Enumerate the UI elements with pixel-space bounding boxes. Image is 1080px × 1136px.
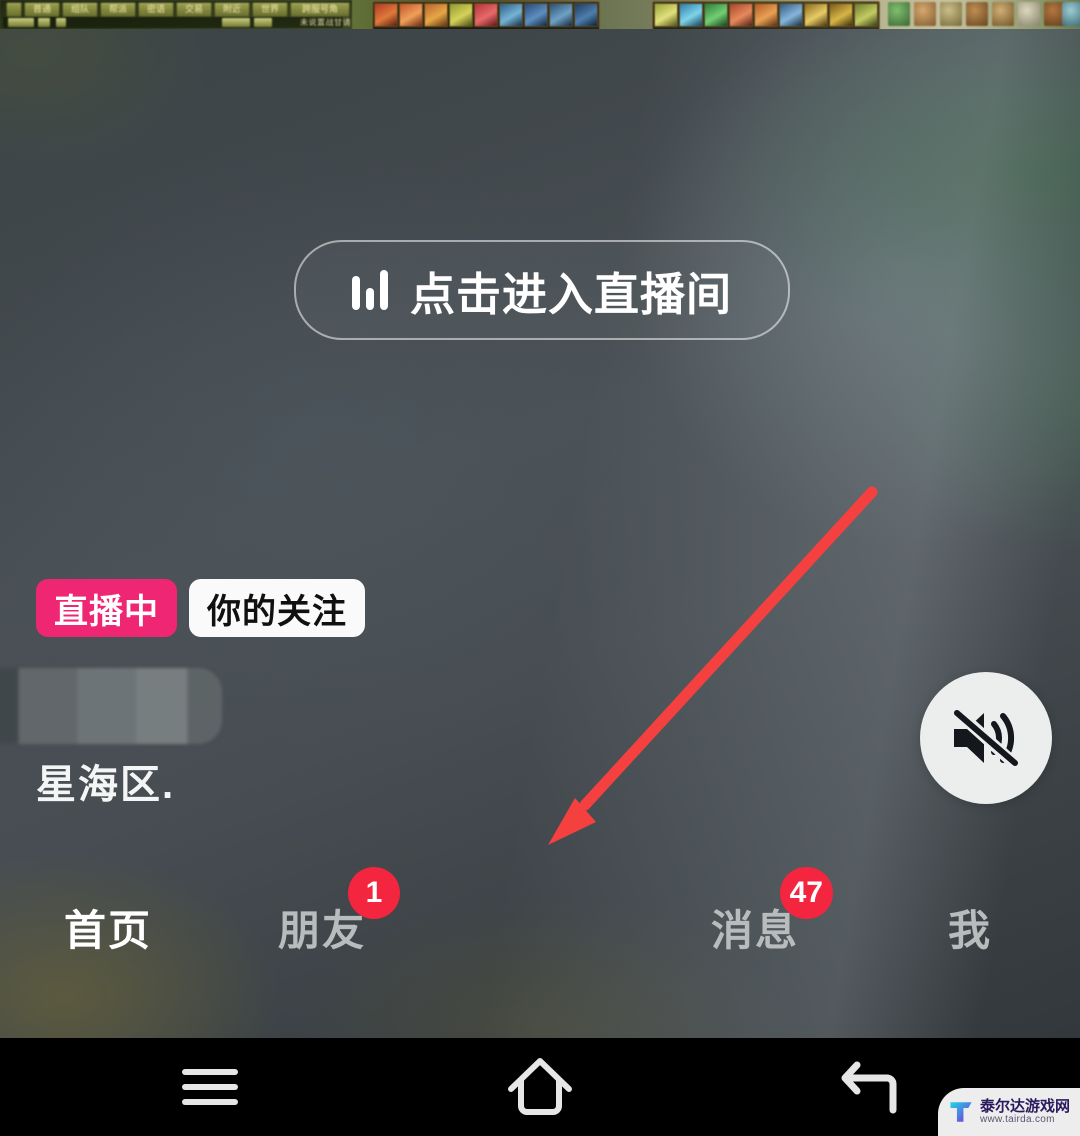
game-chat-chip-1[interactable] <box>38 18 50 27</box>
mute-toggle-button[interactable] <box>920 672 1052 804</box>
system-back-button[interactable] <box>798 1038 938 1136</box>
home-icon <box>508 1058 572 1115</box>
game-skill-icon[interactable] <box>654 3 678 27</box>
game-chat-chip-3[interactable] <box>222 18 250 27</box>
game-item-slot[interactable] <box>1062 2 1080 26</box>
equalizer-icon <box>351 270 388 310</box>
phone-screenshot: 普通 组队 帮派 密语 交易 附近 世界 跨服号角 未说置战甘请 点击进入直播间… <box>0 0 1080 1136</box>
game-skill-icon[interactable] <box>449 3 473 27</box>
android-system-nav <box>0 1038 1080 1136</box>
site-watermark: 泰尔达游戏网 www.tairda.com <box>938 1088 1080 1136</box>
nav-tab-profile[interactable]: 我 <box>880 872 1060 982</box>
game-skill-icon[interactable] <box>399 3 423 27</box>
tag-row: 直播中 你的关注 <box>36 579 365 637</box>
game-item-slot[interactable] <box>966 2 988 26</box>
game-chat-chip-2[interactable] <box>56 18 66 27</box>
friends-badge: 1 <box>348 866 400 919</box>
game-floating-text: 未说置战甘请 <box>300 18 351 27</box>
status-badge-live[interactable]: 直播中 <box>36 579 177 637</box>
nav-tab-profile-label: 我 <box>947 906 992 954</box>
game-skill-icon[interactable] <box>549 3 573 27</box>
game-skill-icon[interactable] <box>424 3 448 27</box>
game-chat-tab-icon[interactable] <box>6 2 22 17</box>
game-skill-icon[interactable] <box>804 3 828 27</box>
game-chat-chip-0[interactable] <box>8 18 34 27</box>
game-item-slot[interactable] <box>940 2 962 26</box>
hamburger-icon <box>182 1060 238 1114</box>
app-bottom-nav: 首页 朋友 1 消息 47 我 <box>0 866 1080 982</box>
watermark-site-name: 泰尔达游戏网 <box>980 1097 1071 1115</box>
watermark-url: www.tairda.com <box>980 1113 1055 1125</box>
streamer-name: 星海区. <box>36 763 176 807</box>
game-item-slot[interactable] <box>1018 2 1040 26</box>
game-hud-strip: 普通 组队 帮派 密语 交易 附近 世界 跨服号角 未说置战甘请 <box>0 0 1080 30</box>
game-item-slot[interactable] <box>888 2 910 26</box>
nav-tab-home-label: 首页 <box>63 906 152 954</box>
game-chat-tab-0[interactable]: 普通 <box>24 2 60 17</box>
tag-your-follows[interactable]: 你的关注 <box>189 579 365 637</box>
game-chat-tab-2[interactable]: 帮派 <box>100 2 136 17</box>
watermark-texts: 泰尔达游戏网 www.tairda.com <box>980 1099 1070 1125</box>
game-chat-tab-6[interactable]: 世界 <box>252 2 288 17</box>
game-skill-icon[interactable] <box>754 3 778 27</box>
nav-tab-friends-label: 朋友 1 <box>278 866 400 958</box>
game-skill-icon[interactable] <box>854 3 878 27</box>
nav-tab-messages-label: 消息 47 <box>711 866 833 958</box>
game-skill-icon[interactable] <box>374 3 398 27</box>
game-chat-tab-3[interactable]: 密语 <box>138 2 174 17</box>
game-skill-icon[interactable] <box>729 3 753 27</box>
nav-tab-friends[interactable]: 朋友 1 <box>232 866 412 982</box>
enter-live-room-button[interactable]: 点击进入直播间 <box>294 240 790 340</box>
game-chat-tab-4[interactable]: 交易 <box>176 2 212 17</box>
game-chat-tab-1[interactable]: 组队 <box>62 2 98 17</box>
messages-badge: 47 <box>779 866 833 919</box>
game-skill-icon[interactable] <box>574 3 598 27</box>
game-skillbar-right[interactable] <box>652 1 880 30</box>
system-home-button[interactable] <box>470 1038 610 1136</box>
game-chat-tab-8[interactable]: 跨服号角 <box>290 2 350 17</box>
game-chat-input[interactable] <box>3 17 343 28</box>
game-skillbar-left[interactable] <box>372 1 600 30</box>
game-chat-tab-5[interactable]: 附近 <box>214 2 250 17</box>
game-skill-icon[interactable] <box>474 3 498 27</box>
system-menu-button[interactable] <box>140 1038 280 1136</box>
enter-live-room-label: 点击进入直播间 <box>409 268 732 320</box>
avatar <box>0 668 222 744</box>
game-skill-icon[interactable] <box>829 3 853 27</box>
nav-tab-home[interactable]: 首页 <box>18 872 198 982</box>
game-chat-chip-4[interactable] <box>254 18 272 27</box>
game-skill-icon[interactable] <box>779 3 803 27</box>
game-skill-icon[interactable] <box>499 3 523 27</box>
game-item-slot[interactable] <box>914 2 936 26</box>
game-skill-icon[interactable] <box>524 3 548 27</box>
game-hud-blur-layer: 普通 组队 帮派 密语 交易 附近 世界 跨服号角 未说置战甘请 <box>0 0 1080 30</box>
speaker-mute-icon <box>950 707 1022 769</box>
letter-t-logo <box>950 1102 972 1122</box>
game-item-slot[interactable] <box>992 2 1014 26</box>
nav-tab-messages[interactable]: 消息 47 <box>665 866 845 982</box>
game-skill-icon[interactable] <box>679 3 703 27</box>
game-skill-icon[interactable] <box>704 3 728 27</box>
back-icon <box>841 1061 897 1114</box>
